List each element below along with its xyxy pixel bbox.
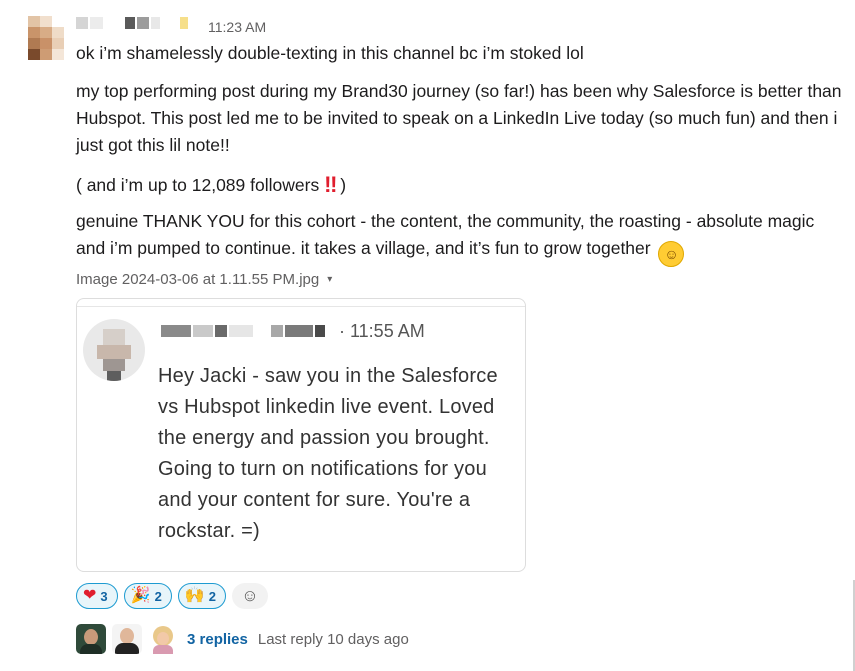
image-attachment[interactable]: · 11:55 AM Hey Jacki - saw you in the Sa… bbox=[76, 298, 526, 572]
last-reply-time: Last reply 10 days ago bbox=[257, 630, 409, 648]
followers-text: ( and i’m up to 12,089 followers bbox=[76, 175, 325, 195]
reaction-party-popper[interactable]: 🎉 2 bbox=[123, 583, 172, 609]
message-line-1: ok i’m shamelessly double-texting in thi… bbox=[76, 43, 584, 63]
thank-you-text: genuine THANK YOU for this cohort - the … bbox=[76, 211, 815, 258]
attachment-sender-name-redacted bbox=[161, 325, 325, 337]
attachment-timestamp: · 11:55 AM bbox=[339, 321, 425, 341]
relieved-smile-emoji-icon: ☺ bbox=[658, 241, 685, 267]
message-timestamp[interactable]: 11:23 AM bbox=[208, 19, 266, 35]
reactions-bar: ❤ 3 🎉 2 🙌 2 ☺ bbox=[76, 583, 268, 609]
thread-replies-row[interactable]: 3 replies Last reply 10 days ago bbox=[76, 624, 409, 654]
file-name[interactable]: Image 2024-03-06 at 1.11.55 PM.jpg bbox=[76, 271, 319, 288]
chevron-down-icon[interactable]: ▾ bbox=[327, 274, 332, 285]
party-popper-icon: 🎉 bbox=[130, 587, 151, 604]
reaction-raised-hands[interactable]: 🙌 2 bbox=[177, 583, 226, 609]
attachment-message-text: Hey Jacki - saw you in the Salesforce vs… bbox=[158, 365, 498, 542]
attachment-top-divider bbox=[77, 306, 525, 307]
attachment-sender-avatar bbox=[83, 319, 145, 381]
raised-hands-icon: 🙌 bbox=[184, 587, 205, 604]
message-paragraph-3: ( and i’m up to 12,089 followers ‼ ) bbox=[76, 170, 846, 199]
followers-text-end: ) bbox=[335, 175, 347, 195]
heart-icon: ❤ bbox=[83, 587, 97, 604]
add-emoji-icon: ☺ bbox=[241, 586, 259, 605]
reply-avatar-1[interactable] bbox=[76, 624, 106, 654]
file-name-row[interactable]: Image 2024-03-06 at 1.11.55 PM.jpg ▾ bbox=[76, 271, 332, 288]
reaction-count: 2 bbox=[154, 588, 162, 604]
reply-count-link[interactable]: 3 replies bbox=[187, 631, 248, 648]
reaction-count: 3 bbox=[100, 588, 108, 604]
sender-name-redacted[interactable] bbox=[76, 16, 189, 30]
message-paragraph-4: genuine THANK YOU for this cohort - the … bbox=[76, 208, 846, 267]
message-paragraph-2: my top performing post during my Brand30… bbox=[76, 81, 842, 155]
reply-avatar-2[interactable] bbox=[112, 624, 142, 654]
add-reaction-button[interactable]: ☺ bbox=[231, 583, 268, 609]
double-exclamation-icon: ‼ bbox=[324, 172, 337, 197]
sender-avatar[interactable] bbox=[28, 16, 64, 60]
reply-avatar-3[interactable] bbox=[148, 624, 178, 654]
reaction-count: 2 bbox=[208, 588, 216, 604]
reaction-heart[interactable]: ❤ 3 bbox=[76, 583, 118, 609]
